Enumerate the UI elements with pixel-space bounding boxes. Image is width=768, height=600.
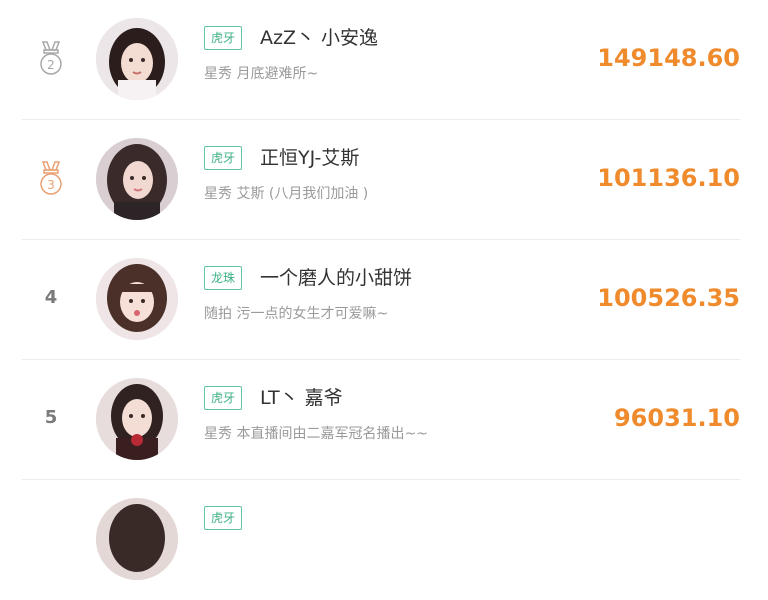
score-value: 101136.10 bbox=[597, 164, 740, 192]
medal-rank-number: 3 bbox=[47, 178, 55, 192]
ranking-list: 2 虎牙 AzZ丶 小安逸 星秀 月底避难所~ 149148.60 3 虎牙 正… bbox=[0, 0, 768, 580]
stream-description: 随拍 污一点的女生才可爱嘛~ bbox=[204, 306, 389, 322]
list-item[interactable]: 2 虎牙 AzZ丶 小安逸 星秀 月底避难所~ 149148.60 bbox=[22, 0, 740, 120]
rank-badge: 2 bbox=[36, 38, 66, 78]
rank-number: 4 bbox=[44, 287, 58, 308]
avatar[interactable] bbox=[96, 18, 178, 100]
score-value: 100526.35 bbox=[597, 284, 740, 312]
platform-tag: 龙珠 bbox=[204, 266, 243, 290]
list-item[interactable]: 3 虎牙 正恒YJ-艾斯 星秀 艾斯 (八月我们加油 ) 101136.10 bbox=[22, 120, 740, 240]
avatar[interactable] bbox=[96, 258, 178, 340]
score-value: 96031.10 bbox=[613, 404, 740, 432]
list-item[interactable]: 虎牙 bbox=[22, 480, 740, 600]
rank-number: 5 bbox=[44, 407, 58, 428]
streamer-name[interactable]: 一个磨人的小甜饼 bbox=[260, 266, 412, 290]
rank-badge: 3 bbox=[36, 158, 66, 198]
score-value: 149148.60 bbox=[597, 44, 740, 72]
stream-description: 星秀 艾斯 (八月我们加油 ) bbox=[204, 186, 369, 202]
streamer-name[interactable]: 正恒YJ-艾斯 bbox=[260, 146, 359, 170]
bronze-medal-icon: 3 bbox=[40, 161, 62, 195]
rank-badge: 4 bbox=[36, 278, 66, 318]
avatar[interactable] bbox=[96, 498, 178, 580]
stream-description: 星秀 本直播间由二嘉军冠名播出~~ bbox=[204, 426, 428, 442]
avatar[interactable] bbox=[96, 138, 178, 220]
streamer-name[interactable]: AzZ丶 小安逸 bbox=[260, 26, 378, 50]
avatar[interactable] bbox=[96, 378, 178, 460]
platform-tag: 虎牙 bbox=[204, 26, 243, 50]
medal-rank-number: 2 bbox=[47, 58, 55, 72]
stream-description: 星秀 月底避难所~ bbox=[204, 66, 319, 82]
list-item[interactable]: 4 龙珠 一个磨人的小甜饼 随拍 污一点的女生才可爱嘛~ 100526.35 bbox=[22, 240, 740, 360]
platform-tag: 虎牙 bbox=[204, 386, 243, 410]
list-item[interactable]: 5 虎牙 LT丶 嘉爷 星秀 本直播间由二嘉军冠名播出~~ 96031.10 bbox=[22, 360, 740, 480]
streamer-name[interactable]: LT丶 嘉爷 bbox=[260, 386, 343, 410]
rank-badge: 5 bbox=[36, 398, 66, 438]
silver-medal-icon: 2 bbox=[40, 41, 62, 75]
platform-tag: 虎牙 bbox=[204, 146, 243, 170]
